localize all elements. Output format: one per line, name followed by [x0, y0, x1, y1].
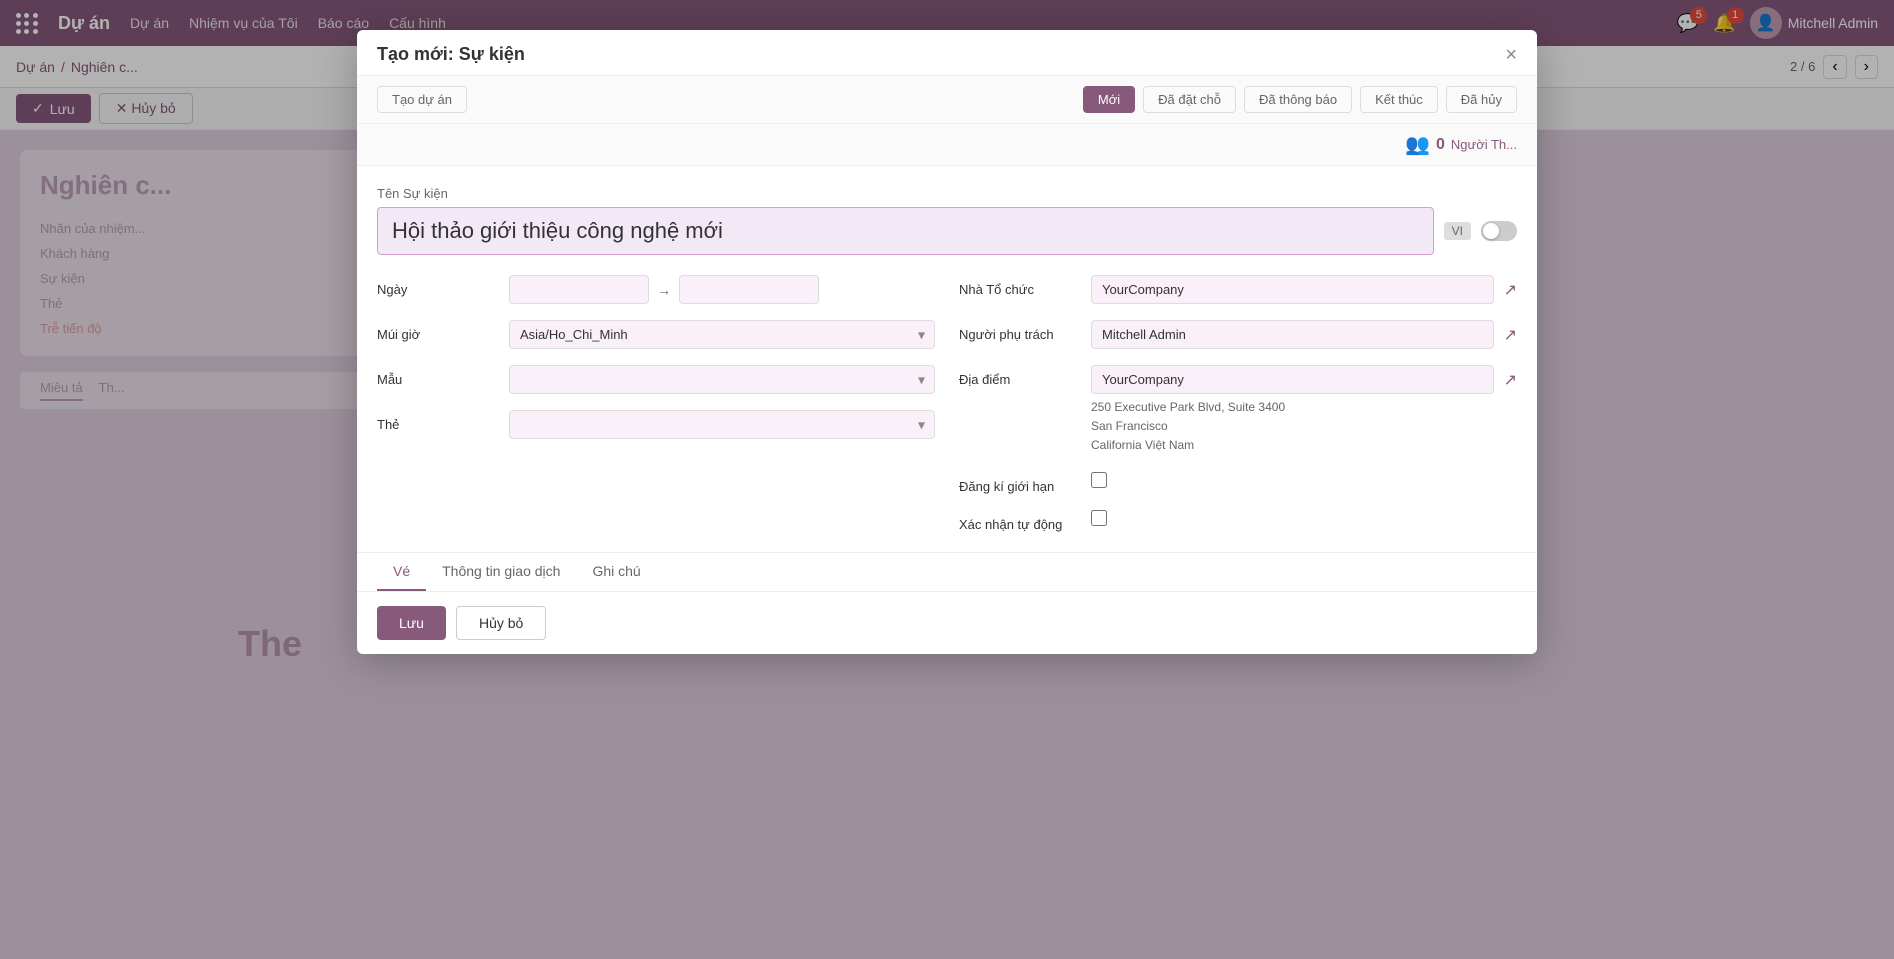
tag-select[interactable] — [509, 410, 935, 439]
responsible-label: Người phụ trách — [959, 320, 1079, 342]
status-booked[interactable]: Đã đặt chỗ — [1143, 86, 1236, 113]
status-announced[interactable]: Đã thông báo — [1244, 86, 1352, 113]
registration-checkbox-row — [1091, 472, 1517, 488]
tag-label: Thẻ — [377, 410, 497, 432]
modal-body: Tên Sự kiện VI Ngày — [357, 166, 1537, 552]
registration-limit-checkbox[interactable] — [1091, 472, 1107, 488]
date-row: Ngày → — [377, 275, 935, 304]
lang-tag: VI — [1444, 222, 1471, 240]
modal-dialog: Tạo mới: Sự kiện × Tạo dự án Mới Đã đặt … — [357, 30, 1537, 654]
date-end-input[interactable] — [679, 275, 819, 304]
event-name-input[interactable] — [377, 207, 1434, 255]
organizer-company-row: ↗ — [1091, 275, 1517, 304]
date-arrow: → — [657, 282, 671, 298]
location-input[interactable] — [1091, 365, 1494, 394]
timezone-label: Múi giờ — [377, 320, 497, 342]
organizer-value: ↗ — [1091, 275, 1517, 304]
status-new[interactable]: Mới — [1083, 86, 1135, 113]
address-block: 250 Executive Park Blvd, Suite 3400 San … — [1091, 398, 1517, 456]
address-line3: California Việt Nam — [1091, 436, 1517, 455]
responsible-external-link[interactable]: ↗ — [1504, 325, 1517, 345]
organizer-external-link[interactable]: ↗ — [1504, 280, 1517, 300]
tab-giao-dich[interactable]: Thông tin giao dịch — [426, 553, 576, 591]
auto-confirm-checkbox-row — [1091, 510, 1517, 526]
date-start-input[interactable] — [509, 275, 649, 304]
event-name-label: Tên Sự kiện — [377, 186, 1517, 201]
timezone-value: Asia/Ho_Chi_Minh — [509, 320, 935, 349]
event-name-section: Tên Sự kiện VI — [377, 186, 1517, 255]
attendee-label: Người Th... — [1451, 137, 1517, 152]
modal-title: Tạo mới: Sự kiện — [377, 44, 525, 65]
attendee-bar: 👥 0 Người Th... — [357, 124, 1537, 166]
status-create-project[interactable]: Tạo dự án — [377, 86, 467, 113]
responsible-input[interactable] — [1091, 320, 1494, 349]
status-cancelled[interactable]: Đã hủy — [1446, 86, 1517, 113]
template-row: Mẫu — [377, 365, 935, 394]
modal-overlay: Tạo mới: Sự kiện × Tạo dự án Mới Đã đặt … — [0, 0, 1894, 959]
organizer-row: Nhà Tổ chức ↗ — [959, 275, 1517, 304]
template-value — [509, 365, 935, 394]
modal-header: Tạo mới: Sự kiện × — [357, 30, 1537, 76]
location-row: Địa điểm ↗ 250 Executive Park Blvd, Suit… — [959, 365, 1517, 456]
footer-save-button[interactable]: Lưu — [377, 606, 446, 640]
form-grid: Ngày → Múi giờ Asia/Ho_Chi_Minh — [377, 275, 1517, 532]
status-ended[interactable]: Kết thúc — [1360, 86, 1438, 113]
template-label: Mẫu — [377, 365, 497, 387]
auto-confirm-checkbox[interactable] — [1091, 510, 1107, 526]
attendee-icon: 👥 — [1405, 132, 1430, 157]
date-value: → — [509, 275, 935, 304]
registration-limit-label: Đăng kí giới hạn — [959, 472, 1079, 494]
status-bar: Tạo dự án Mới Đã đặt chỗ Đã thông báo Kế… — [357, 76, 1537, 124]
form-left: Ngày → Múi giờ Asia/Ho_Chi_Minh — [377, 275, 935, 532]
modal-close-button[interactable]: × — [1505, 45, 1517, 65]
organizer-label: Nhà Tổ chức — [959, 275, 1079, 297]
auto-confirm-label: Xác nhận tự động — [959, 510, 1079, 532]
auto-confirm-row: Xác nhận tự động — [959, 510, 1517, 532]
template-select[interactable] — [509, 365, 935, 394]
modal-footer: Lưu Hủy bỏ — [357, 591, 1537, 654]
modal-tabs: Vé Thông tin giao dịch Ghi chú — [357, 552, 1537, 591]
registration-limit-row: Đăng kí giới hạn — [959, 472, 1517, 494]
responsible-value: ↗ — [1091, 320, 1517, 349]
toggle-switch[interactable] — [1481, 221, 1517, 241]
address-line2: San Francisco — [1091, 417, 1517, 436]
organizer-input[interactable] — [1091, 275, 1494, 304]
footer-cancel-button[interactable]: Hủy bỏ — [456, 606, 546, 640]
location-company-row: ↗ — [1091, 365, 1517, 394]
tag-row: Thẻ — [377, 410, 935, 439]
attendee-count: 0 — [1436, 136, 1445, 154]
attendee-info: 👥 0 Người Th... — [1405, 132, 1517, 157]
auto-confirm-value — [1091, 510, 1517, 526]
location-external-link[interactable]: ↗ — [1504, 370, 1517, 390]
tab-ghi-chu[interactable]: Ghi chú — [576, 553, 656, 591]
tab-ve[interactable]: Vé — [377, 553, 426, 591]
location-value: ↗ 250 Executive Park Blvd, Suite 3400 Sa… — [1091, 365, 1517, 456]
date-label: Ngày — [377, 275, 497, 297]
responsible-company-row: ↗ — [1091, 320, 1517, 349]
tag-value — [509, 410, 935, 439]
responsible-row: Người phụ trách ↗ — [959, 320, 1517, 349]
timezone-row: Múi giờ Asia/Ho_Chi_Minh — [377, 320, 935, 349]
form-right: Nhà Tổ chức ↗ Người phụ trách — [959, 275, 1517, 532]
timezone-select[interactable]: Asia/Ho_Chi_Minh — [509, 320, 935, 349]
location-label: Địa điểm — [959, 365, 1079, 387]
address-line1: 250 Executive Park Blvd, Suite 3400 — [1091, 398, 1517, 417]
registration-limit-value — [1091, 472, 1517, 488]
